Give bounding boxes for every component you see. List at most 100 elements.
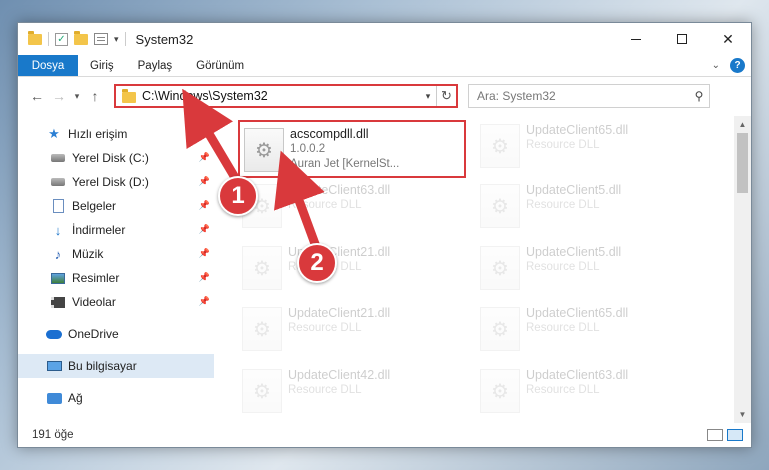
- item-count: 191 öğe: [32, 429, 74, 441]
- tab-share[interactable]: Paylaş: [126, 55, 185, 76]
- large-icons-view-icon[interactable]: [727, 429, 743, 441]
- window-controls: ✕: [613, 23, 751, 55]
- dll-file-icon: ⚙: [480, 369, 520, 413]
- file-item[interactable]: ⚙ UpdateClient63.dll Resource DLL: [480, 365, 710, 419]
- file-item[interactable]: ⚙ UpdateClient5.dll Resource DLL: [480, 180, 710, 234]
- quick-access-toolbar: ✓ ▾: [18, 30, 126, 46]
- sidebar-item-documents[interactable]: Belgeler 📌: [18, 194, 216, 218]
- file-name: acscompdll.dll: [290, 127, 369, 141]
- minimize-icon: [631, 38, 641, 40]
- disk-icon: [50, 175, 66, 189]
- minimize-button[interactable]: [613, 23, 659, 55]
- videos-icon: [50, 295, 66, 309]
- sidebar-item-network[interactable]: Ağ: [18, 386, 216, 410]
- vertical-scrollbar[interactable]: ▲ ▼: [734, 116, 751, 423]
- pin-icon[interactable]: 📌: [199, 272, 210, 283]
- file-item[interactable]: ⚙ UpdateClient5.dll Resource DLL: [480, 242, 710, 296]
- scroll-thumb[interactable]: [737, 133, 748, 193]
- sidebar-item-downloads[interactable]: ↓ İndirmeler 📌: [18, 218, 216, 242]
- details-view-icon[interactable]: [707, 429, 723, 441]
- tab-home[interactable]: Giriş: [78, 55, 126, 76]
- scroll-down-icon[interactable]: ▼: [734, 406, 751, 423]
- file-description: Resource DLL: [526, 322, 600, 334]
- ribbon-right: ⌄ ?: [712, 55, 751, 76]
- recent-locations-button[interactable]: ▾: [70, 91, 84, 102]
- file-name: UpdateClient63.dll: [526, 368, 629, 382]
- up-button[interactable]: ↑: [84, 88, 106, 104]
- file-item[interactable]: ⚙ UpdateClient21.dll Resource DLL: [242, 303, 472, 357]
- sidebar-item-pictures[interactable]: Resimler 📌: [18, 266, 216, 290]
- sidebar-item-label: İndirmeler: [72, 223, 126, 237]
- file-meta: UpdateClient63.dll Resource DLL: [526, 365, 628, 419]
- help-icon[interactable]: ?: [730, 58, 745, 73]
- address-dropdown-icon[interactable]: ▾: [420, 91, 436, 102]
- expand-ribbon-icon[interactable]: ⌄: [712, 60, 720, 71]
- address-path[interactable]: C:\Windows\System32: [142, 89, 420, 103]
- file-item[interactable]: ⚙ UpdateClient63.dll Resource DLL: [242, 180, 472, 234]
- file-meta: UpdateClient63.dll Resource DLL: [288, 180, 390, 234]
- close-button[interactable]: ✕: [705, 23, 751, 55]
- sidebar-item-label: Belgeler: [72, 199, 117, 213]
- dll-file-icon: ⚙: [480, 184, 520, 228]
- file-description: Resource DLL: [288, 384, 362, 396]
- dll-file-icon: ⚙: [480, 246, 520, 290]
- folder-icon: [28, 30, 42, 45]
- file-name: UpdateClient5.dll: [526, 183, 622, 197]
- refresh-button[interactable]: ↻: [436, 86, 456, 106]
- file-item-acscompdll[interactable]: ⚙ acscompdll.dll 1.0.0.2 Auran Jet [Kern…: [238, 120, 466, 178]
- maximize-button[interactable]: [659, 23, 705, 55]
- pin-icon[interactable]: 📌: [199, 152, 210, 163]
- back-button[interactable]: ←: [26, 88, 48, 104]
- search-icon[interactable]: ⚲: [689, 89, 709, 103]
- file-name: UpdateClient42.dll: [288, 368, 391, 382]
- dll-file-icon: ⚙: [242, 246, 282, 290]
- file-item[interactable]: ⚙ UpdateClient65.dll Resource DLL: [480, 120, 710, 174]
- step-marker-2: 2: [297, 243, 337, 283]
- forward-button[interactable]: →: [48, 88, 70, 104]
- main-content: ★ Hızlı erişim Yerel Disk (C:) 📌 Yerel D…: [18, 116, 751, 423]
- dll-file-icon: ⚙: [244, 128, 284, 172]
- address-bar[interactable]: C:\Windows\System32 ▾ ↻: [114, 84, 458, 108]
- star-icon: ★: [48, 126, 60, 141]
- properties-check-icon[interactable]: ✓: [55, 32, 68, 46]
- file-version: 1.0.0.2: [290, 143, 326, 155]
- file-description: Resource DLL: [526, 139, 600, 151]
- sidebar-item-videos[interactable]: Videolar 📌: [18, 290, 216, 314]
- view-switcher: [707, 429, 751, 441]
- file-item[interactable]: ⚙ UpdateClient42.dll Resource DLL: [242, 365, 472, 419]
- sidebar-item-onedrive[interactable]: OneDrive: [18, 322, 216, 346]
- file-description: Resource DLL: [288, 199, 362, 211]
- sidebar-item-quick-access[interactable]: ★ Hızlı erişim: [18, 122, 216, 146]
- folder-icon: [122, 89, 136, 103]
- sidebar-item-local-disk-c[interactable]: Yerel Disk (C:) 📌: [18, 146, 216, 170]
- file-meta: UpdateClient65.dll Resource DLL: [526, 120, 628, 174]
- search-input[interactable]: Ara: System32: [477, 89, 689, 103]
- downloads-icon: ↓: [54, 222, 62, 238]
- dll-file-icon: ⚙: [242, 307, 282, 351]
- dll-file-icon: ⚙: [242, 369, 282, 413]
- pin-icon[interactable]: 📌: [199, 224, 210, 235]
- sidebar-item-label: OneDrive: [68, 327, 119, 341]
- file-meta: UpdateClient65.dll Resource DLL: [526, 303, 628, 357]
- pin-icon[interactable]: 📌: [199, 296, 210, 307]
- file-item[interactable]: ⚙ UpdateClient21.dll Resource DLL: [242, 242, 472, 296]
- pin-icon[interactable]: 📌: [199, 200, 210, 211]
- chevron-down-icon[interactable]: ▾: [114, 34, 119, 45]
- navigation-bar: ← → ▾ ↑ C:\Windows\System32 ▾ ↻ Ara: Sys…: [18, 77, 751, 115]
- customize-icon[interactable]: [94, 33, 108, 45]
- pin-icon[interactable]: 📌: [199, 176, 210, 187]
- tab-view[interactable]: Görünüm: [184, 55, 256, 76]
- file-item[interactable]: ⚙ UpdateClient65.dll Resource DLL: [480, 303, 710, 357]
- sidebar-item-local-disk-d[interactable]: Yerel Disk (D:) 📌: [18, 170, 216, 194]
- tab-file[interactable]: Dosya: [18, 55, 78, 76]
- scroll-up-icon[interactable]: ▲: [734, 116, 751, 133]
- pin-icon[interactable]: 📌: [199, 248, 210, 259]
- sidebar-item-label: Ağ: [68, 391, 83, 405]
- sidebar-item-this-pc[interactable]: Bu bilgisayar: [18, 354, 214, 378]
- search-box[interactable]: Ara: System32 ⚲: [468, 84, 710, 108]
- file-description: Resource DLL: [526, 261, 600, 273]
- new-folder-icon[interactable]: [74, 30, 88, 45]
- sidebar-item-music[interactable]: ♪ Müzik 📌: [18, 242, 216, 266]
